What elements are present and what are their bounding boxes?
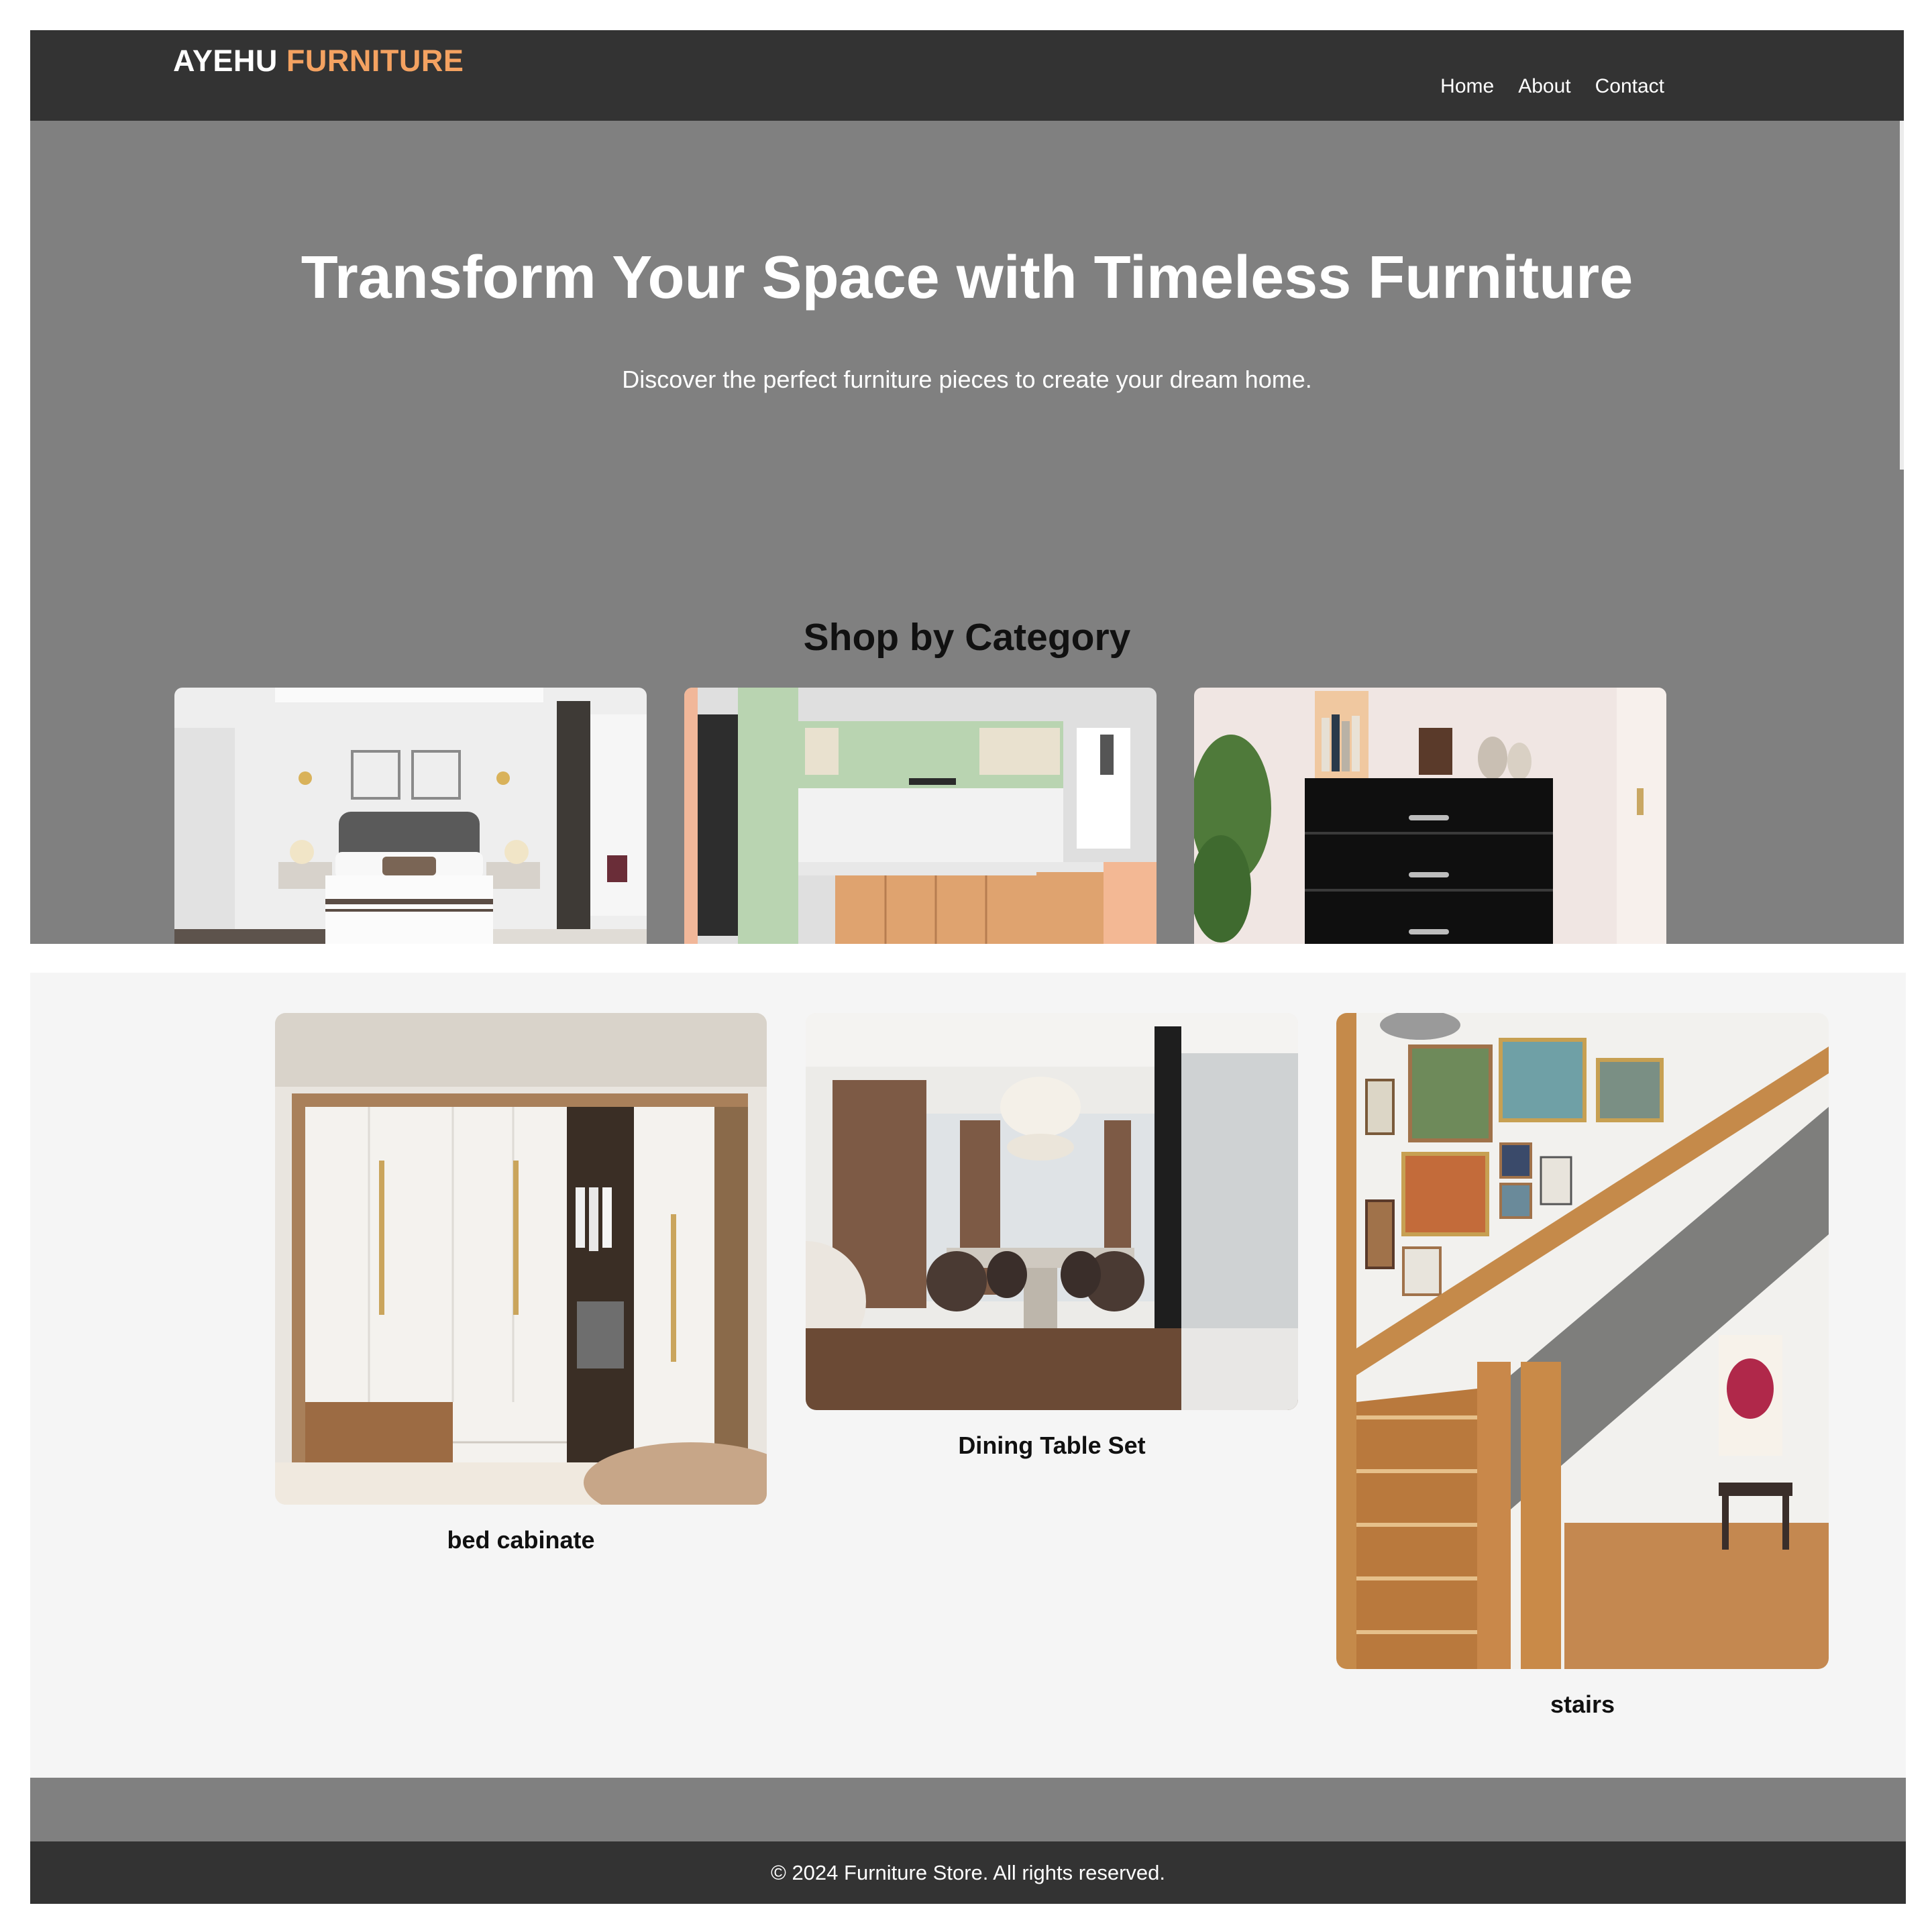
dresser-photo bbox=[1194, 688, 1666, 944]
category-heading: Shop by Category bbox=[803, 616, 1131, 659]
nav-contact-link[interactable]: Contact bbox=[1595, 75, 1664, 98]
nav-about-link[interactable]: About bbox=[1518, 75, 1570, 98]
kitchen-photo bbox=[684, 688, 1157, 944]
logo-accent-text: FURNITURE bbox=[286, 44, 464, 78]
product-card-stairs[interactable]: stairs bbox=[1336, 1013, 1829, 1719]
product-card-dining-table-set[interactable]: Dining Table Set bbox=[806, 1013, 1298, 1460]
product-card-bed-cabinate[interactable]: bed cabinate bbox=[275, 1013, 767, 1554]
top-page-screenshot: AYEHU FURNITURE Home About Contact Trans… bbox=[30, 30, 1904, 944]
category-card-kitchen[interactable] bbox=[684, 688, 1157, 944]
staircase-photo bbox=[1336, 1013, 1829, 1669]
product-caption: bed cabinate bbox=[447, 1526, 595, 1554]
category-card-bedroom[interactable] bbox=[174, 688, 647, 944]
nav-home-link[interactable]: Home bbox=[1440, 75, 1494, 98]
bottom-page-screenshot: bed cabinate Dining Table Set stairs © 2… bbox=[30, 973, 1906, 1904]
category-card-dresser[interactable] bbox=[1194, 688, 1666, 944]
footer: © 2024 Furniture Store. All rights reser… bbox=[30, 1841, 1906, 1904]
dining-room-photo bbox=[806, 1013, 1298, 1410]
hero-title: Transform Your Space with Timeless Furni… bbox=[301, 244, 1633, 311]
product-caption: Dining Table Set bbox=[958, 1432, 1146, 1459]
nav-links: Home About Contact bbox=[1440, 75, 1664, 98]
footer-spacer bbox=[30, 1778, 1906, 1841]
product-caption: stairs bbox=[1550, 1690, 1615, 1718]
navbar: AYEHU FURNITURE Home About Contact bbox=[30, 30, 1904, 121]
site-logo[interactable]: AYEHU FURNITURE bbox=[173, 44, 464, 78]
hero-subtitle: Discover the perfect furniture pieces to… bbox=[622, 366, 1312, 393]
logo-primary-text: AYEHU bbox=[173, 44, 278, 78]
wardrobe-photo bbox=[275, 1013, 767, 1505]
bedroom-photo bbox=[174, 688, 647, 944]
footer-copyright: © 2024 Furniture Store. All rights reser… bbox=[770, 1860, 1165, 1884]
